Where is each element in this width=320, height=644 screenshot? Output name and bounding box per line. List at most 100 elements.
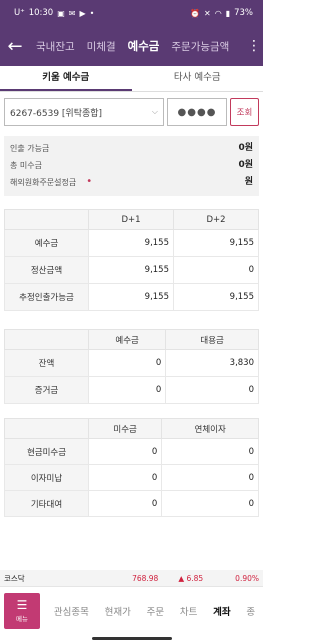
chevron-down-icon: ⌵ bbox=[151, 107, 158, 116]
cell-value: 0 bbox=[87, 464, 163, 491]
table-header: 미수금 bbox=[87, 418, 163, 439]
table-row: 잔액 0 3,830 bbox=[4, 349, 259, 377]
menu-label: 메뉴 bbox=[16, 614, 28, 623]
cell-value: 9,155 bbox=[88, 256, 174, 284]
cell-value: 0 bbox=[161, 490, 259, 517]
cell-value: 9,155 bbox=[88, 229, 174, 257]
account-row: 6267-6539 [위탁종합] ⌵ ●●●● 조회 bbox=[4, 98, 259, 126]
row-label: 정산금액 bbox=[4, 256, 89, 284]
nav-tabs: 국내잔고 ⚙미체결 예수금 주문가능금액 bbox=[30, 38, 245, 54]
table-header-empty bbox=[4, 209, 89, 230]
tab-deposit[interactable]: 예수금 bbox=[122, 38, 166, 54]
summary-label: 해외원화주문설정금 bbox=[10, 178, 77, 187]
tab-domestic-balance[interactable]: 국내잔고 bbox=[30, 39, 81, 54]
bottom-tab-watchlist[interactable]: 관심종목 bbox=[54, 604, 89, 618]
row-label: 기타대여 bbox=[4, 490, 89, 517]
table-row: 현금미수금 0 0 bbox=[4, 438, 259, 465]
menu-button[interactable]: ☰ 메뉴 bbox=[4, 592, 40, 629]
password-field[interactable]: ●●●● bbox=[167, 98, 227, 126]
row-label: 추정인출가능금 bbox=[4, 283, 89, 311]
back-arrow-icon[interactable]: ← bbox=[0, 36, 30, 57]
signal-icon: ▮ bbox=[225, 8, 231, 18]
table-row: 추정인출가능금 9,155 9,155 bbox=[4, 283, 259, 311]
index-change: ▲ 6.85 bbox=[178, 573, 204, 583]
bottom-tabs: 관심종목 현재가 주문 차트 계좌 종 bbox=[40, 604, 263, 618]
subtab-other-deposit[interactable]: 타사 예수금 bbox=[132, 66, 264, 91]
bottom-tab-more[interactable]: 종 bbox=[246, 604, 255, 618]
home-indicator[interactable] bbox=[92, 637, 172, 640]
status-bar: U⁺ 10:30 ▣ ✉ ▶ • ⏰ ✕ ◠ ▮ 73% bbox=[0, 0, 263, 26]
table-header-row: 예수금 대용금 bbox=[4, 329, 259, 350]
summary-value: 0원 bbox=[238, 143, 253, 153]
cell-value: 0 bbox=[173, 256, 259, 284]
table-header: 대용금 bbox=[165, 329, 259, 350]
cell-value: 0 bbox=[87, 349, 167, 377]
index-percent: 0.90% bbox=[235, 573, 259, 583]
cell-value: 0 bbox=[161, 464, 259, 491]
summary-label: 인출 가능금 bbox=[10, 144, 50, 153]
sub-tabs: 키움 예수금 타사 예수금 bbox=[0, 66, 263, 92]
summary-row-outstanding: 총 미수금 0원 bbox=[10, 157, 253, 174]
tab-unfilled-label: 미체결 bbox=[86, 40, 116, 53]
tab-unfilled-orders[interactable]: ⚙미체결 bbox=[81, 39, 122, 54]
summary-row-withdrawable: 인출 가능금 0원 bbox=[10, 140, 253, 157]
top-nav: ← 국내잔고 ⚙미체결 예수금 주문가능금액 ⋮ bbox=[0, 26, 263, 66]
subtab-kiwoom-deposit[interactable]: 키움 예수금 bbox=[0, 66, 132, 91]
carrier-label: U⁺ bbox=[14, 8, 25, 18]
more-menu-icon[interactable]: ⋮ bbox=[245, 38, 263, 54]
cell-value: 0 bbox=[87, 490, 163, 517]
alarm-icon: ⏰ bbox=[190, 8, 200, 18]
deposit-table: D+1 D+2 예수금 9,155 9,155 정산금액 9,155 0 추정인… bbox=[4, 209, 259, 311]
row-label: 잔액 bbox=[4, 349, 89, 377]
table-row: 증거금 0 0 bbox=[4, 376, 259, 404]
info-dot-icon[interactable]: • bbox=[86, 174, 92, 191]
cell-value: 9,155 bbox=[173, 283, 259, 311]
index-ticker[interactable]: 코스닥 768.98 ▲ 6.85 0.90% bbox=[0, 570, 263, 586]
wifi-icon: ◠ bbox=[214, 8, 222, 18]
summary-value: 원 bbox=[244, 177, 253, 187]
cell-value: 0 bbox=[165, 376, 259, 404]
index-name: 코스닥 bbox=[4, 573, 25, 583]
hamburger-icon: ☰ bbox=[16, 597, 28, 612]
gallery-icon: ▣ bbox=[57, 8, 65, 18]
row-label: 이자미납 bbox=[4, 464, 89, 491]
youtube-icon: ▶ bbox=[79, 8, 86, 18]
bottom-tab-chart[interactable]: 차트 bbox=[180, 604, 197, 618]
clock: 10:30 bbox=[28, 8, 54, 18]
cell-value: 0 bbox=[161, 438, 259, 465]
account-select-value: 6267-6539 [위탁종합] bbox=[10, 108, 103, 119]
summary-row-overseas: 해외원화주문설정금 • 원 bbox=[10, 174, 253, 191]
cell-value: 9,155 bbox=[173, 229, 259, 257]
summary-label: 총 미수금 bbox=[10, 161, 42, 170]
table-row: 예수금 9,155 9,155 bbox=[4, 229, 259, 257]
table-row: 정산금액 9,155 0 bbox=[4, 256, 259, 284]
table-header-empty bbox=[4, 418, 89, 439]
cell-value: 0 bbox=[87, 376, 167, 404]
query-button[interactable]: 조회 bbox=[230, 98, 259, 126]
bottom-tab-quote[interactable]: 현재가 bbox=[105, 604, 131, 618]
table-header-row: 미수금 연체이자 bbox=[4, 418, 259, 439]
summary-panel: 인출 가능금 0원 총 미수금 0원 해외원화주문설정금 • 원 bbox=[4, 136, 259, 196]
account-select[interactable]: 6267-6539 [위탁종합] ⌵ bbox=[4, 98, 164, 126]
cell-value: 0 bbox=[87, 438, 163, 465]
table-header: 연체이자 bbox=[161, 418, 259, 439]
outstanding-table: 미수금 연체이자 현금미수금 0 0 이자미납 0 0 기타대여 0 0 bbox=[4, 418, 259, 517]
table-row: 이자미납 0 0 bbox=[4, 464, 259, 491]
table-header: D+1 bbox=[88, 209, 174, 230]
tab-orderable-amount[interactable]: 주문가능금액 bbox=[165, 39, 235, 54]
summary-value: 0원 bbox=[238, 160, 253, 170]
row-label: 증거금 bbox=[4, 376, 89, 404]
bottom-nav: ☰ 메뉴 관심종목 현재가 주문 차트 계좌 종 bbox=[0, 586, 263, 634]
system-nav-bar bbox=[0, 634, 263, 644]
dot-icon: • bbox=[89, 8, 95, 18]
cell-value: 3,830 bbox=[165, 349, 259, 377]
mute-icon: ✕ bbox=[204, 8, 211, 18]
index-value: 768.98 bbox=[132, 573, 159, 583]
table-header: D+2 bbox=[173, 209, 259, 230]
bottom-tab-account[interactable]: 계좌 bbox=[213, 604, 230, 618]
row-label: 현금미수금 bbox=[4, 438, 89, 465]
table-header: 예수금 bbox=[87, 329, 167, 350]
bottom-tab-order[interactable]: 주문 bbox=[147, 604, 164, 618]
message-icon: ✉ bbox=[68, 8, 76, 18]
row-label: 예수금 bbox=[4, 229, 89, 257]
